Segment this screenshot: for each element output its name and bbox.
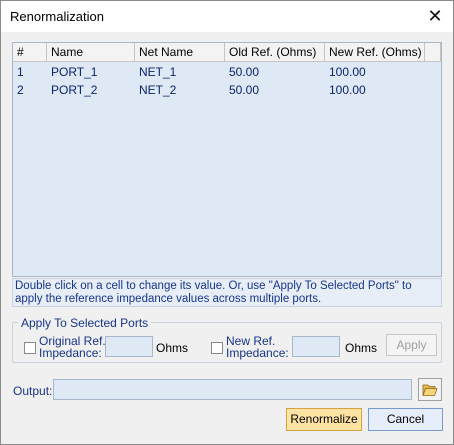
- original-ref-input[interactable]: [105, 336, 153, 357]
- cell-net-name[interactable]: NET_2: [135, 81, 225, 99]
- new-ref-label: New Ref. Impedance:: [226, 335, 289, 359]
- output-path-input[interactable]: [53, 379, 412, 400]
- original-ref-label: Original Ref. Impedance:: [39, 335, 106, 359]
- renormalize-button[interactable]: Renormalize: [286, 408, 362, 431]
- cell-new-ref[interactable]: 100.00: [325, 81, 425, 99]
- browse-folder-button[interactable]: [418, 378, 442, 401]
- title-bar: Renormalization ✕: [1, 1, 453, 32]
- column-header-new-ref[interactable]: New Ref. (Ohms): [325, 43, 425, 62]
- cell-new-ref[interactable]: 100.00: [325, 63, 425, 81]
- renormalization-dialog: Renormalization ✕ # Name Net Name Old Re…: [0, 0, 454, 445]
- dialog-body: # Name Net Name Old Ref. (Ohms) New Ref.…: [1, 32, 453, 444]
- new-ref-label-line2: Impedance:: [226, 346, 289, 360]
- column-header-filler: [425, 43, 441, 62]
- apply-button[interactable]: Apply: [386, 334, 437, 356]
- group-title: Apply To Selected Ports: [18, 316, 152, 330]
- original-ref-unit: Ohms: [156, 341, 189, 355]
- cell-name[interactable]: PORT_1: [47, 63, 135, 81]
- original-ref-checkbox[interactable]: [24, 342, 36, 354]
- new-ref-checkbox[interactable]: [211, 342, 223, 354]
- cell-old-ref[interactable]: 50.00: [225, 81, 325, 99]
- output-label: Output:: [13, 384, 53, 398]
- folder-open-icon: [422, 384, 438, 396]
- column-header-old-ref[interactable]: Old Ref. (Ohms): [225, 43, 325, 62]
- cell-index[interactable]: 1: [13, 63, 47, 81]
- column-header-name[interactable]: Name: [47, 43, 135, 62]
- cell-index[interactable]: 2: [13, 81, 47, 99]
- table-body: 1 PORT_1 NET_1 50.00 100.00 2 PORT_2 NET…: [13, 63, 441, 99]
- table-header: # Name Net Name Old Ref. (Ohms) New Ref.…: [13, 43, 441, 62]
- column-header-index[interactable]: #: [13, 43, 47, 62]
- table-row[interactable]: 1 PORT_1 NET_1 50.00 100.00: [13, 63, 441, 81]
- ports-table[interactable]: # Name Net Name Old Ref. (Ohms) New Ref.…: [12, 42, 442, 277]
- table-row[interactable]: 2 PORT_2 NET_2 50.00 100.00: [13, 81, 441, 99]
- window-title: Renormalization: [10, 9, 104, 24]
- new-ref-unit: Ohms: [345, 341, 378, 355]
- cell-name[interactable]: PORT_2: [47, 81, 135, 99]
- cancel-button[interactable]: Cancel: [368, 408, 443, 431]
- original-ref-label-line2: Impedance:: [39, 346, 102, 360]
- close-button[interactable]: ✕: [417, 1, 453, 31]
- help-text: Double click on a cell to change its val…: [12, 278, 442, 307]
- cell-net-name[interactable]: NET_1: [135, 63, 225, 81]
- close-icon: ✕: [427, 5, 443, 26]
- column-header-net-name[interactable]: Net Name: [135, 43, 225, 62]
- cell-old-ref[interactable]: 50.00: [225, 63, 325, 81]
- new-ref-input[interactable]: [292, 336, 340, 357]
